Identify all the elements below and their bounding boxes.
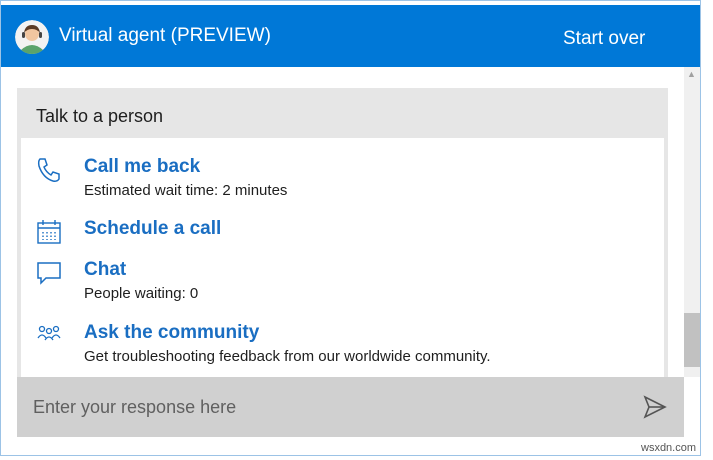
header-bar: Virtual agent (PREVIEW) Start over (1, 5, 700, 67)
talk-to-person-card: Talk to a person Call me back Estimated … (17, 88, 668, 378)
scroll-up-arrow-icon[interactable]: ▲ (687, 69, 696, 79)
header-title: Virtual agent (PREVIEW) (59, 25, 271, 46)
watermark-text: wsxdn.com (641, 442, 697, 454)
option-label[interactable]: Ask the community (84, 322, 259, 344)
option-subtext: Estimated wait time: 2 minutes (84, 182, 288, 199)
option-subtext: Get troubleshooting feedback from our wo… (84, 348, 491, 365)
virtual-agent-window: Virtual agent (PREVIEW) Start over ▲ Tal… (0, 0, 701, 456)
send-icon[interactable] (637, 391, 671, 423)
card-body: Call me back Estimated wait time: 2 minu… (21, 138, 664, 378)
scrollbar[interactable]: ▲ (684, 67, 700, 377)
start-over-button[interactable]: Start over (563, 28, 645, 50)
calendar-icon (35, 218, 63, 246)
chat-bubble-icon (35, 259, 63, 287)
response-input-bar (17, 377, 684, 437)
scroll-thumb[interactable] (684, 313, 700, 367)
option-label[interactable]: Call me back (84, 156, 200, 178)
option-label[interactable]: Chat (84, 259, 126, 281)
option-subtext: People waiting: 0 (84, 285, 199, 302)
option-label[interactable]: Schedule a call (84, 218, 221, 240)
community-icon (35, 322, 63, 350)
response-input[interactable] (17, 377, 627, 437)
card-title: Talk to a person (36, 106, 164, 126)
phone-icon (35, 156, 63, 184)
agent-avatar (15, 20, 49, 54)
